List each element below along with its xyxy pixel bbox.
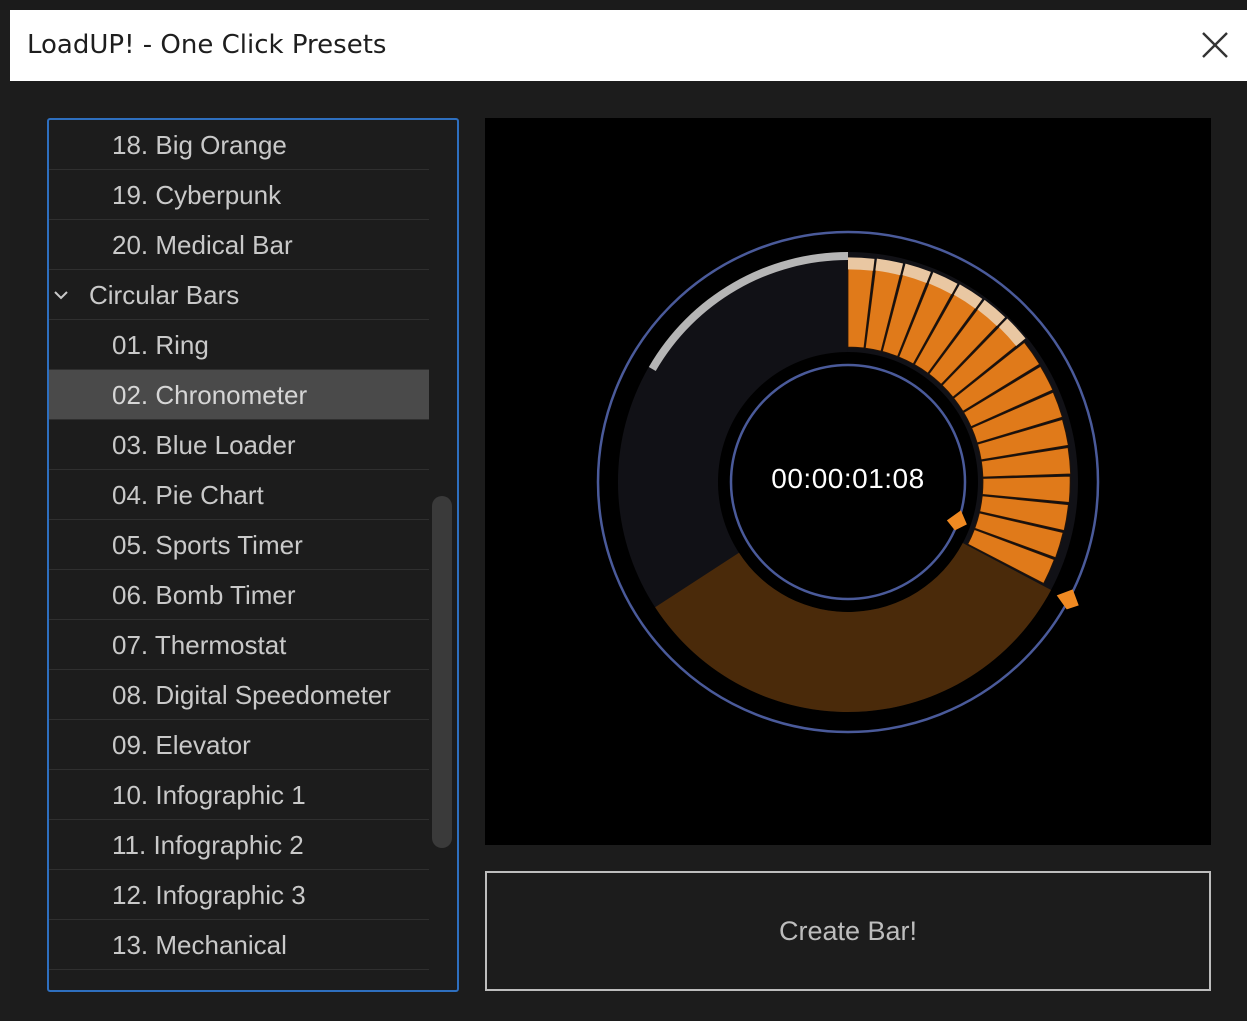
preview-panel: 00:00:01:08	[485, 118, 1211, 845]
tree-item-label: 06. Bomb Timer	[112, 580, 296, 610]
create-bar-label: Create Bar!	[778, 916, 918, 946]
tree-item-row[interactable]: 05. Sports Timer	[49, 520, 429, 570]
tree-item-row[interactable]: 01. Ring	[49, 320, 429, 370]
timecode-readout: 00:00:01:08	[771, 463, 925, 494]
preset-list: 18. Big Orange 19. Cyberpunk 20. Medical B…	[49, 120, 429, 970]
tree-item-label: 03. Blue Loader	[112, 430, 296, 460]
tree-item-label: 13. Mechanical	[112, 930, 287, 960]
tree-item-row[interactable]: 03. Blue Loader	[49, 420, 429, 470]
title-bar: LoadUP! - One Click Presets	[10, 10, 1247, 81]
tree-item-label: 02. Chronometer	[112, 380, 308, 410]
tree-item-label: 20. Medical Bar	[112, 230, 293, 260]
tree-item-label: 18. Big Orange	[112, 130, 287, 160]
segment-highlight	[848, 257, 875, 271]
window-title: LoadUP! - One Click Presets	[27, 30, 387, 60]
tree-item-label: 09. Elevator	[112, 730, 251, 760]
tree-item-label: 12. Infographic 3	[112, 880, 306, 910]
tree-item-row[interactable]: 12. Infographic 3	[49, 870, 429, 920]
tree-item-label: 19. Cyberpunk	[112, 180, 282, 210]
tree-group-row[interactable]: Circular Bars	[49, 270, 429, 320]
tree-item-row[interactable]: 06. Bomb Timer	[49, 570, 429, 620]
tree-item-row[interactable]: 09. Elevator	[49, 720, 429, 770]
chevron-down-icon[interactable]	[53, 287, 69, 303]
tree-item-row[interactable]: 04. Pie Chart	[49, 470, 429, 520]
tree-item-label: 08. Digital Speedometer	[112, 680, 391, 710]
tree-item-label: 10. Infographic 1	[112, 780, 306, 810]
window-top-edge	[0, 0, 1247, 10]
tree-item-label: 04. Pie Chart	[112, 480, 264, 510]
app-window: LoadUP! - One Click Presets 18. Big Oran…	[0, 0, 1247, 1021]
tree-item-row[interactable]: 11. Infographic 2	[49, 820, 429, 870]
tree-item-label: 11. Infographic 2	[112, 830, 304, 860]
tree-item-label: 01. Ring	[112, 330, 209, 360]
tree-item-row[interactable]: 02. Chronometer	[49, 370, 429, 420]
tree-item-row[interactable]: 18. Big Orange	[49, 120, 429, 170]
tree-item-label: 07. Thermostat	[112, 630, 287, 660]
tree-item-row[interactable]: 20. Medical Bar	[49, 220, 429, 270]
close-button[interactable]	[1197, 27, 1233, 63]
tree-item-row[interactable]: 07. Thermostat	[49, 620, 429, 670]
tree-item-label: Circular Bars	[89, 280, 240, 310]
preset-tree[interactable]: 18. Big Orange 19. Cyberpunk 20. Medical B…	[47, 118, 459, 992]
tree-item-row[interactable]: 10. Infographic 1	[49, 770, 429, 820]
tree-item-row[interactable]: 19. Cyberpunk	[49, 170, 429, 220]
tree-item-row[interactable]: 08. Digital Speedometer	[49, 670, 429, 720]
close-icon	[1202, 32, 1228, 58]
tree-item-label: 05. Sports Timer	[112, 530, 303, 560]
tree-item-row[interactable]: 13. Mechanical	[49, 920, 429, 970]
create-bar-button[interactable]: Create Bar!	[485, 871, 1211, 991]
scrollbar-thumb[interactable]	[432, 496, 452, 848]
outer-marker	[1056, 589, 1079, 610]
